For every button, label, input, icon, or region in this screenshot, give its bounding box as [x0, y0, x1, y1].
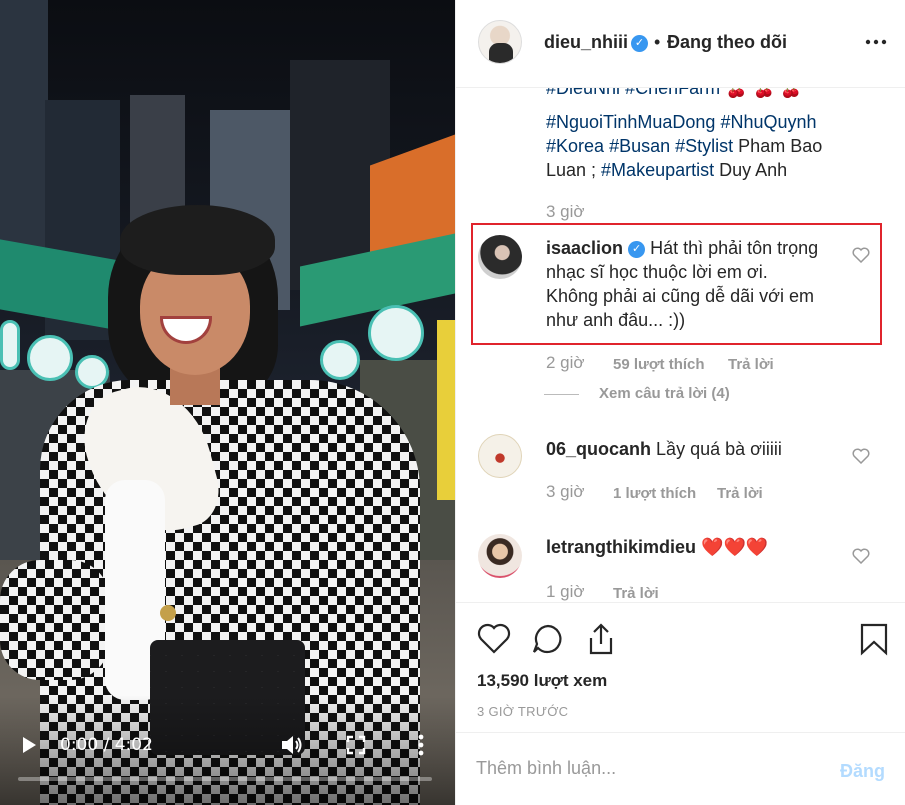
comment-likes[interactable]: 59 lượt thích — [613, 356, 705, 373]
time-separator: / — [98, 735, 115, 755]
caption-text: Luan ; — [546, 160, 602, 180]
like-comment-heart-icon[interactable] — [852, 548, 870, 565]
add-comment-bar: Đăng — [456, 732, 905, 805]
comment-input[interactable] — [476, 758, 816, 779]
hearts-emoji: ❤️❤️❤️ — [701, 537, 769, 557]
video-time: 0:00 / 4:02 — [60, 735, 153, 755]
coat-sleeve — [0, 560, 110, 680]
beret — [120, 205, 275, 275]
follow-status-button[interactable]: Đang theo dõi — [667, 32, 787, 53]
hashtag-link[interactable]: #Busan — [609, 136, 670, 156]
video-progress-bar[interactable] — [18, 777, 432, 781]
comment-username[interactable]: 06_quocanh — [546, 439, 651, 459]
avatar[interactable] — [478, 434, 522, 478]
comment-username[interactable]: letrangthikimdieu — [546, 537, 696, 557]
video-controls: 0:00 / 4:02 — [0, 728, 455, 762]
comment-text: như anh đâu... :)) — [546, 310, 686, 330]
coat-button — [160, 605, 176, 621]
cherry-emoji: 🍒 🍒 🍒 — [720, 88, 803, 98]
video-player[interactable]: 0:00 / 4:02 — [0, 0, 455, 805]
caption-text: Pham Bao — [733, 136, 823, 156]
comment-likes[interactable]: 1 lượt thích — [613, 485, 696, 502]
reply-button[interactable]: Trả lời — [728, 356, 774, 373]
hashtag-link[interactable]: #DieuNhi — [546, 88, 620, 98]
share-icon[interactable] — [585, 622, 617, 661]
avatar[interactable] — [478, 534, 522, 578]
hashtag-link[interactable]: #CheriFarm — [625, 88, 720, 98]
current-time: 0:00 — [60, 735, 99, 755]
comment-time[interactable]: 3 giờ — [546, 482, 585, 502]
comment-time[interactable]: 2 giờ — [546, 353, 585, 373]
post-header: dieu_nhiii ✓ • Đang theo dõi — [456, 0, 905, 88]
comment-icon[interactable] — [531, 623, 565, 660]
comment-line: isaaclion ✓ Hát thì phải tôn trọng — [546, 236, 856, 260]
bookmark-icon[interactable] — [859, 622, 889, 661]
view-replies-button[interactable]: Xem câu trả lời (4) — [599, 385, 730, 402]
verified-badge-icon: ✓ — [631, 35, 648, 52]
caption-line: #DieuNhi #CheriFarm 🍒 🍒 🍒 — [546, 88, 802, 100]
hashtag-link[interactable]: #NhuQuynh — [720, 112, 816, 132]
comment-text: Không phải ai cũng dễ dãi với em — [546, 286, 814, 306]
hashtag-link[interactable]: #NguoiTinhMuaDong — [546, 112, 715, 132]
fullscreen-icon[interactable] — [346, 735, 366, 755]
reply-button[interactable]: Trả lời — [613, 585, 659, 602]
like-comment-heart-icon[interactable] — [852, 247, 870, 264]
caption: #DieuNhi #CheriFarm 🍒 🍒 🍒 #NguoiTinhMuaD… — [546, 88, 866, 188]
hashtag-link[interactable]: #Korea — [546, 136, 604, 156]
play-icon[interactable] — [20, 736, 38, 754]
caption-line: #NguoiTinhMuaDong #NhuQuynh — [546, 110, 817, 134]
volume-icon[interactable] — [280, 734, 304, 756]
woman-figure — [0, 0, 455, 805]
post-timestamp[interactable]: 3 GIỜ TRƯỚC — [477, 704, 568, 719]
caption-line: #Korea #Busan #Stylist Pham Bao — [546, 134, 822, 158]
comment-time[interactable]: 1 giờ — [546, 582, 585, 602]
caption-line: Luan ; #Makeupartist Duy Anh — [546, 158, 787, 182]
verified-badge-icon: ✓ — [628, 241, 646, 258]
comment-body: isaaclion ✓ Hát thì phải tôn trọng nhạc … — [546, 236, 856, 332]
comment-line: 06_quocanh Lầy quá bà ơiiiii — [546, 437, 782, 461]
more-vertical-icon[interactable] — [413, 733, 429, 757]
comment-username[interactable]: isaaclion — [546, 238, 623, 258]
comments-list[interactable]: #DieuNhi #CheriFarm 🍒 🍒 🍒 #NguoiTinhMuaD… — [456, 88, 905, 602]
comment-line: letrangthikimdieu ❤️❤️❤️ — [546, 535, 768, 559]
hashtag-link[interactable]: #Stylist — [675, 136, 733, 156]
comment-text: Lầy quá bà ơiiiii — [656, 439, 782, 459]
reply-button[interactable]: Trả lời — [717, 485, 763, 502]
post-actions: 13,590 lượt xem 3 GIỜ TRƯỚC — [456, 602, 905, 732]
caption-text: Duy Anh — [714, 160, 788, 180]
replies-divider — [544, 394, 579, 395]
more-options-icon[interactable] — [864, 30, 888, 54]
avatar[interactable] — [478, 235, 522, 279]
caption-time[interactable]: 3 giờ — [546, 202, 585, 222]
hashtag-link[interactable]: #Makeupartist — [601, 160, 714, 180]
header-username[interactable]: dieu_nhiii — [544, 32, 628, 53]
post-panel: dieu_nhiii ✓ • Đang theo dõi #DieuNhi #C… — [455, 0, 905, 805]
comment-text: nhạc sĩ học thuộc lời em ơi. — [546, 262, 768, 282]
view-count[interactable]: 13,590 lượt xem — [477, 671, 607, 691]
like-comment-heart-icon[interactable] — [852, 448, 870, 465]
avatar[interactable] — [478, 20, 522, 64]
heart-icon[interactable] — [477, 622, 511, 659]
post-comment-button[interactable]: Đăng — [840, 761, 885, 782]
duration: 4:02 — [114, 735, 153, 755]
comment-text: Hát thì phải tôn trọng — [650, 238, 819, 258]
separator-dot: • — [654, 32, 661, 52]
